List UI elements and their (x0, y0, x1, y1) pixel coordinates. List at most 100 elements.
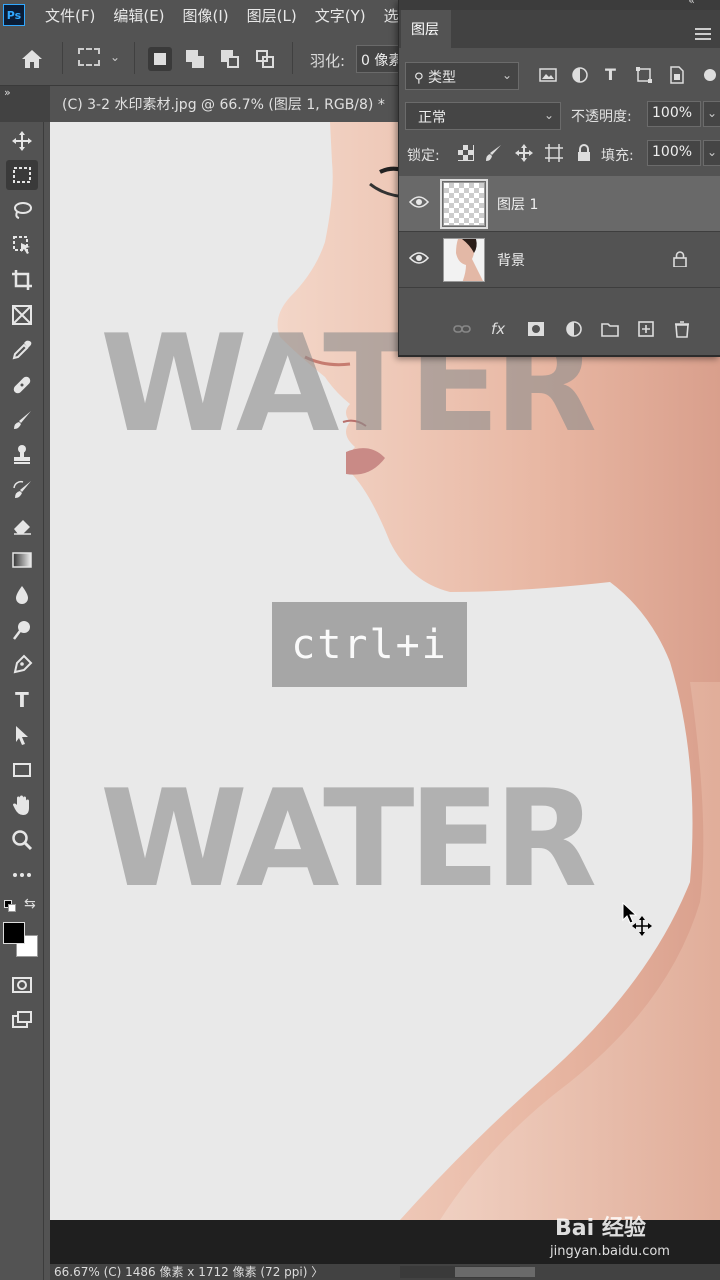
intersect-selection-icon[interactable] (253, 47, 277, 71)
expand-panels-icon[interactable]: » (4, 86, 11, 99)
fill-input[interactable]: 100% (647, 140, 701, 166)
layers-tab-bar: 图层 (399, 10, 720, 48)
link-layers-icon[interactable] (453, 320, 471, 338)
lock-label: 锁定: (407, 148, 440, 164)
collapse-panel-icon[interactable]: « (688, 0, 695, 7)
zoom-tool-icon[interactable] (6, 825, 38, 855)
object-selection-tool-icon[interactable] (6, 230, 38, 260)
gradient-tool-icon[interactable] (6, 545, 38, 575)
lock-artboard-icon[interactable] (545, 144, 563, 162)
tab-layers[interactable]: 图层 (401, 10, 451, 48)
visibility-eye-icon[interactable] (409, 195, 429, 209)
menu-image[interactable]: 图像(I) (183, 5, 229, 26)
layers-panel: « 图层 ⚲ 类型 ⌄ T 正常 ⌄ 不透明度: 100% ⌄ 锁定: 填充: … (398, 0, 720, 357)
blend-mode-select[interactable]: 正常 ⌄ (405, 102, 561, 130)
swap-colors-icon[interactable]: ⇆ (24, 896, 36, 912)
divider (62, 42, 63, 74)
dodge-tool-icon[interactable] (6, 615, 38, 645)
eraser-tool-icon[interactable] (6, 510, 38, 540)
search-icon: ⚲ (414, 71, 424, 86)
foreground-color-swatch[interactable] (3, 922, 25, 944)
fill-label: 填充: (601, 148, 634, 164)
layer-name[interactable]: 图层 1 (497, 194, 538, 214)
new-group-icon[interactable] (601, 320, 619, 338)
shape-layer-filter-icon[interactable] (635, 66, 653, 84)
layer-filter-select[interactable]: ⚲ 类型 ⌄ (405, 62, 519, 90)
layer-row-background[interactable]: 背景 (399, 232, 720, 288)
adjustment-layer-filter-icon[interactable] (571, 66, 589, 84)
menu-edit[interactable]: 编辑(E) (113, 5, 164, 26)
lock-position-icon[interactable] (515, 144, 533, 162)
layers-panel-footer: fx (399, 314, 720, 346)
add-to-selection-icon[interactable] (183, 47, 207, 71)
divider (134, 42, 135, 74)
panel-menu-icon[interactable] (695, 28, 711, 40)
chevron-down-icon: ⌄ (501, 68, 512, 82)
hand-tool-icon[interactable] (6, 790, 38, 820)
photoshop-logo-icon[interactable]: Ps (3, 4, 25, 26)
visibility-eye-icon[interactable] (409, 251, 429, 265)
add-mask-icon[interactable] (527, 320, 545, 338)
chevron-down-icon[interactable]: ⌄ (110, 50, 120, 64)
type-layer-filter-icon[interactable]: T (605, 66, 623, 84)
panel-header-strip: « (399, 0, 720, 10)
blend-mode-value: 正常 (418, 110, 446, 126)
pen-tool-icon[interactable] (6, 650, 38, 680)
screen-mode-icon[interactable] (6, 1005, 38, 1035)
filter-kind-label: 类型 (427, 70, 456, 86)
subtract-from-selection-icon[interactable] (218, 47, 242, 71)
eyedropper-tool-icon[interactable] (6, 335, 38, 365)
move-cursor-icon (622, 902, 652, 936)
opacity-input[interactable]: 100% (647, 101, 701, 127)
status-bar: 66.67% (C) 1486 像素 x 1712 像素 (72 ppi) 〉 (50, 1264, 720, 1280)
keyboard-shortcut-overlay: ctrl+i (272, 602, 467, 687)
layer-row-layer-1[interactable]: 图层 1 (399, 176, 720, 232)
menu-type[interactable]: 文字(Y) (315, 5, 366, 26)
lock-all-icon[interactable] (575, 144, 593, 162)
layer-thumbnail (440, 179, 488, 229)
move-tool-icon[interactable] (6, 126, 38, 156)
menu-layer[interactable]: 图层(L) (247, 5, 297, 26)
type-tool-icon[interactable]: T (6, 685, 38, 715)
layer-style-fx-icon[interactable]: fx (491, 320, 509, 338)
baidu-jingyan-url: jingyan.baidu.com (550, 1244, 670, 1259)
more-tools-icon[interactable] (6, 860, 38, 890)
quick-mask-icon[interactable] (6, 970, 38, 1000)
healing-brush-tool-icon[interactable] (6, 370, 38, 400)
rectangular-marquee-preset-icon[interactable] (78, 48, 100, 66)
history-brush-tool-icon[interactable] (6, 475, 38, 505)
path-selection-tool-icon[interactable] (6, 720, 38, 750)
delete-layer-icon[interactable] (673, 320, 691, 338)
crop-tool-icon[interactable] (6, 265, 38, 295)
lock-transparent-pixels-icon[interactable] (457, 144, 475, 162)
scrollbar-thumb[interactable] (455, 1267, 535, 1277)
lasso-tool-icon[interactable] (6, 195, 38, 225)
filter-toggle-icon[interactable] (701, 66, 719, 84)
smart-object-filter-icon[interactable] (667, 66, 685, 84)
document-tab[interactable]: (C) 3-2 水印素材.jpg @ 66.7% (图层 1, RGB/8) * (50, 86, 410, 122)
menu-file[interactable]: 文件(F) (45, 5, 95, 26)
watermark-text-bottom: WATER (100, 761, 597, 917)
new-adjustment-layer-icon[interactable] (565, 320, 583, 338)
brush-tool-icon[interactable] (6, 405, 38, 435)
layer-thumbnail (443, 238, 485, 282)
new-selection-icon[interactable] (148, 47, 172, 71)
tools-panel: T ⇆ (0, 122, 44, 1280)
opacity-dropdown-button[interactable]: ⌄ (703, 101, 720, 127)
frame-tool-icon[interactable] (6, 300, 38, 330)
photoshop-window: Ps 文件(F) 编辑(E) 图像(I) 图层(L) 文字(Y) 选择 ⌄ 羽化… (0, 0, 720, 1280)
rectangle-tool-icon[interactable] (6, 755, 38, 785)
home-icon[interactable] (20, 48, 44, 70)
pixel-layer-filter-icon[interactable] (539, 66, 557, 84)
new-layer-icon[interactable] (637, 320, 655, 338)
lock-image-pixels-icon[interactable] (485, 144, 503, 162)
divider (292, 42, 293, 74)
clone-stamp-tool-icon[interactable] (6, 440, 38, 470)
blur-tool-icon[interactable] (6, 580, 38, 610)
rectangular-marquee-tool-icon[interactable] (6, 160, 38, 190)
fill-dropdown-button[interactable]: ⌄ (703, 140, 720, 166)
feather-label: 羽化: (310, 52, 346, 70)
lock-icon[interactable] (673, 251, 687, 267)
layer-name[interactable]: 背景 (497, 250, 525, 270)
default-colors-icon[interactable] (4, 900, 16, 912)
